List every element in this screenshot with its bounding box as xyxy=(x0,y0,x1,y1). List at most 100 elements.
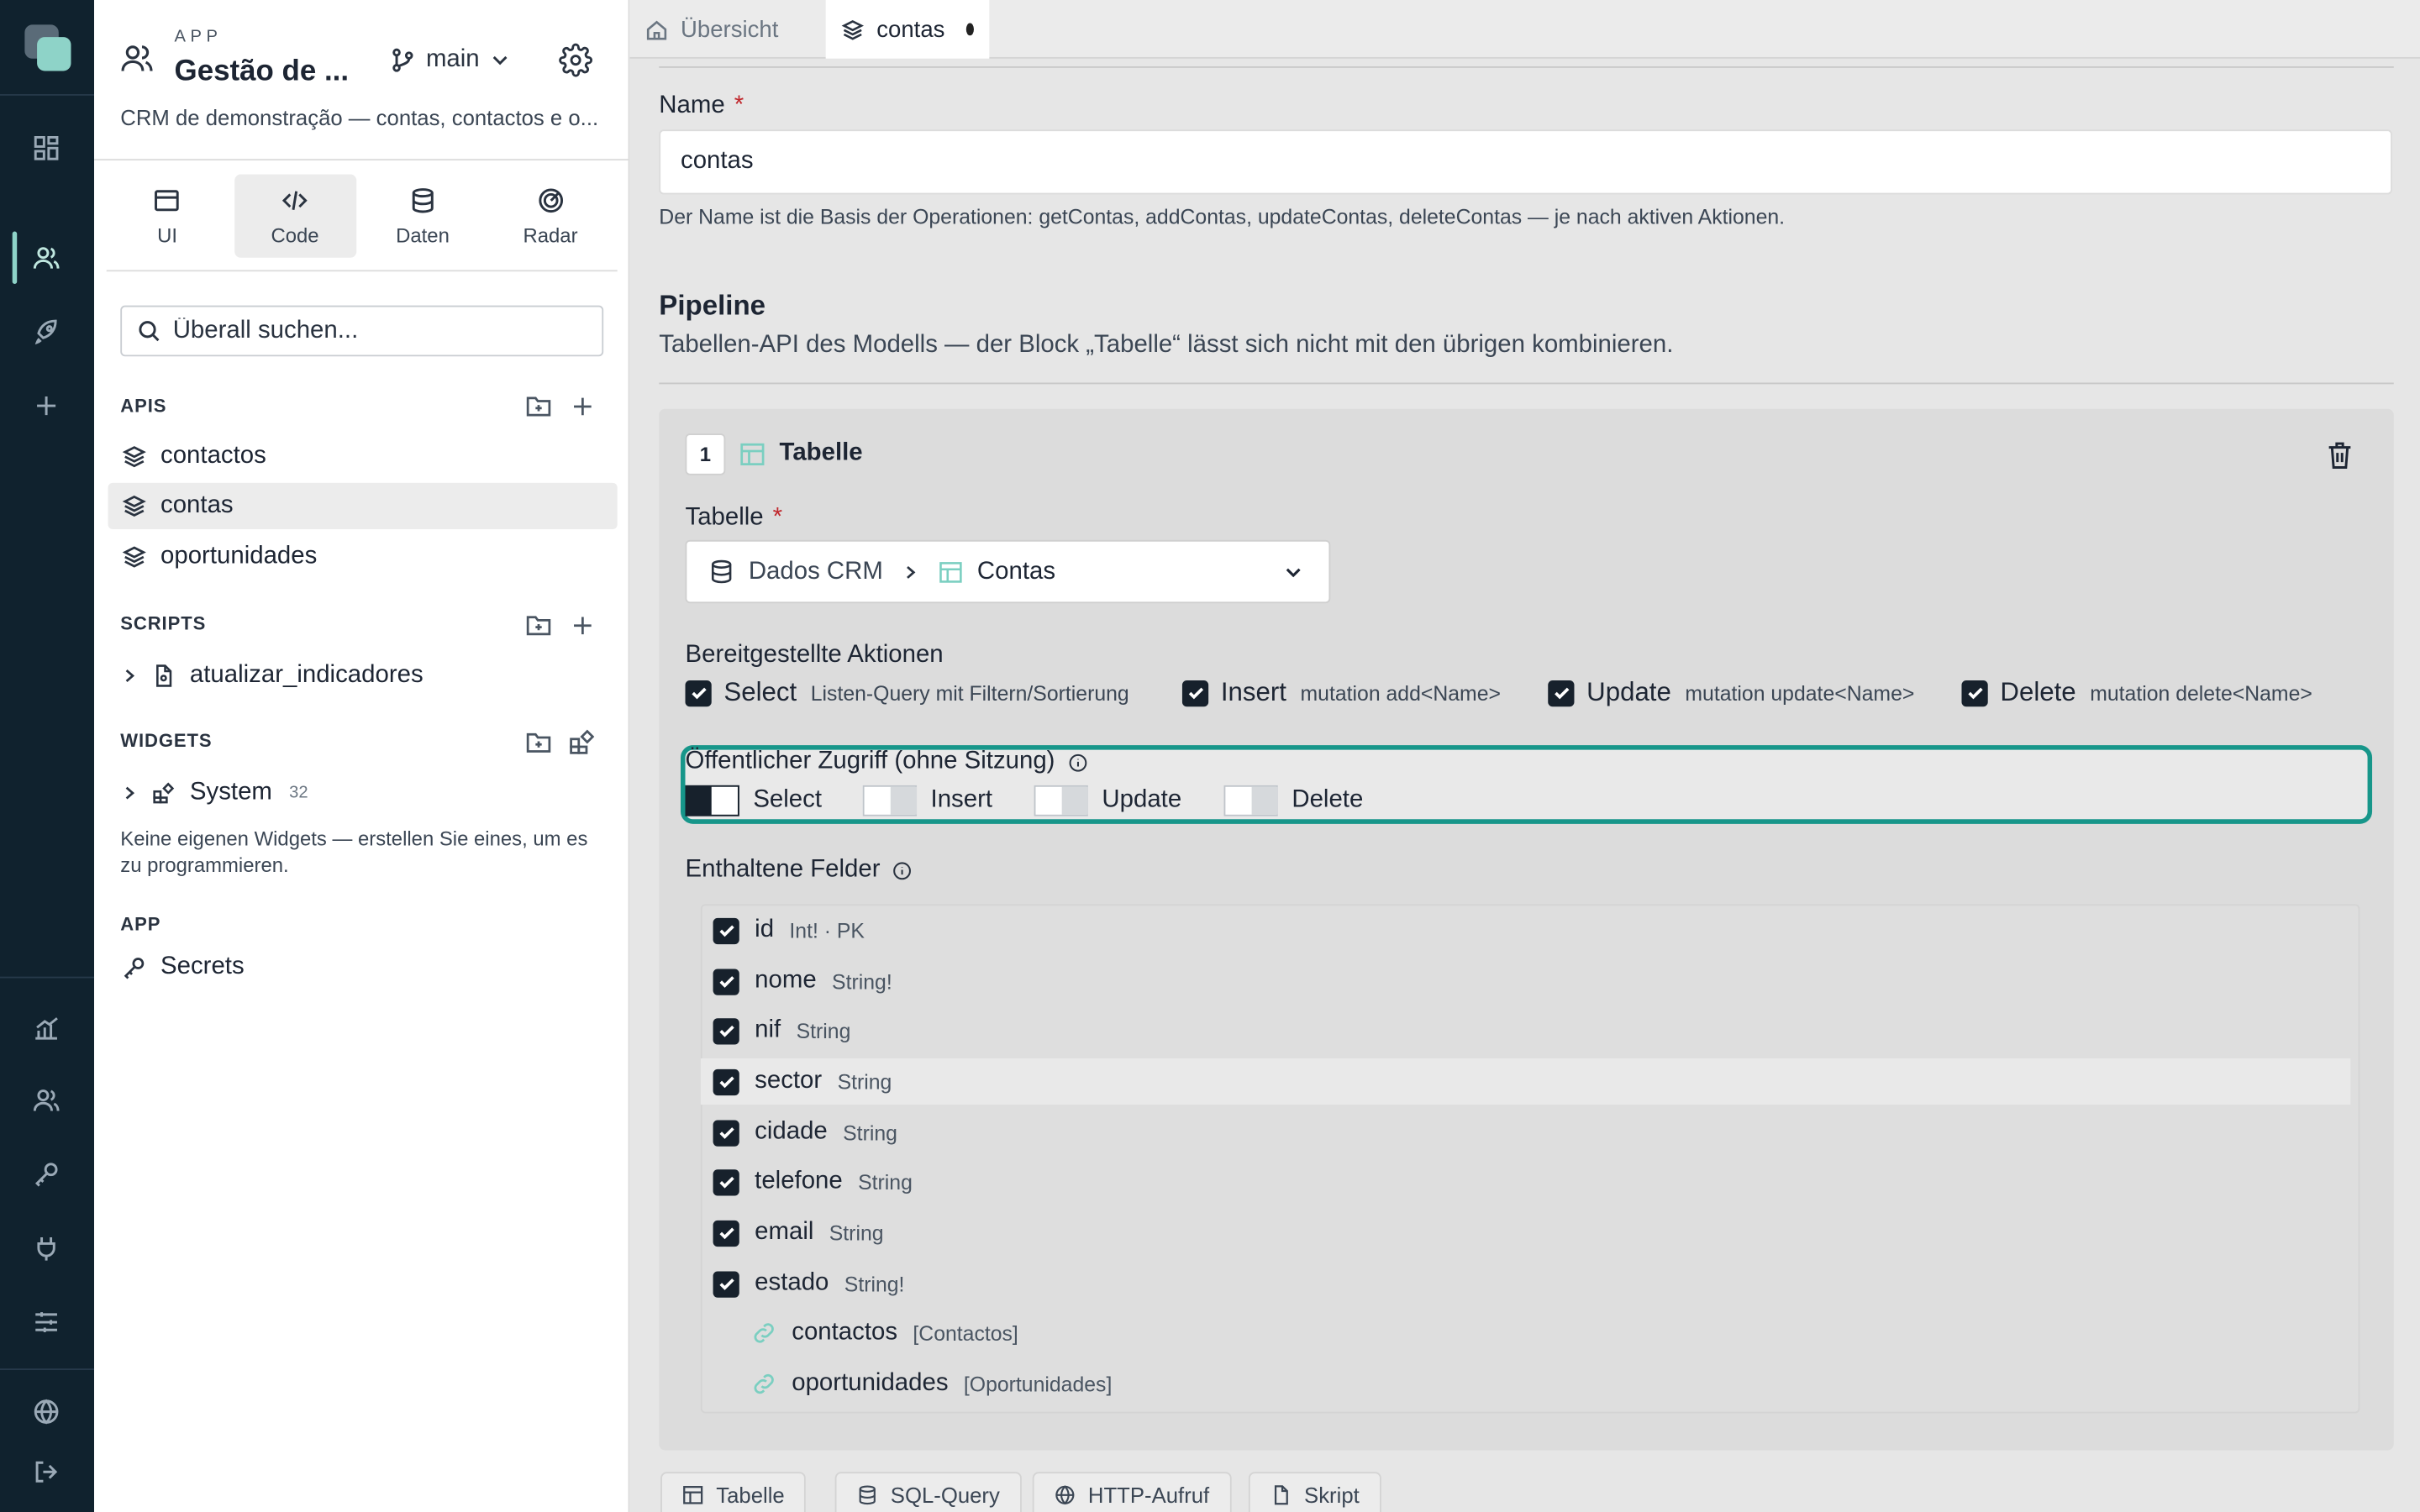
info-icon[interactable] xyxy=(892,860,913,880)
public-toggle-select[interactable]: Select xyxy=(685,785,822,816)
field-name: estado xyxy=(755,1269,829,1296)
new-folder-icon[interactable] xyxy=(522,725,555,759)
mode-ui[interactable]: UI xyxy=(107,175,229,258)
action-insert[interactable]: Insert mutation add<Name> xyxy=(1181,675,1501,709)
plug-icon[interactable] xyxy=(28,1230,65,1267)
app-item-label: Secrets xyxy=(160,953,245,980)
toggle-switch-off[interactable] xyxy=(1223,785,1278,816)
rocket-icon[interactable] xyxy=(28,313,65,350)
add-block-http-button[interactable]: HTTP-Aufruf xyxy=(1032,1472,1231,1512)
action-select[interactable]: Select Listen-Query mit Filtern/Sortieru… xyxy=(685,675,1129,709)
dashboard-icon[interactable] xyxy=(28,129,65,166)
globe-icon[interactable] xyxy=(28,1394,65,1431)
field-row-nif[interactable]: nif String xyxy=(701,1007,2350,1053)
checkbox-checked[interactable] xyxy=(713,1068,739,1095)
public-toggle-insert[interactable]: Insert xyxy=(862,785,992,816)
script-icon xyxy=(1270,1484,1292,1506)
analytics-icon[interactable] xyxy=(28,1009,65,1046)
field-row-cidade[interactable]: cidade String xyxy=(701,1110,2350,1156)
mode-code[interactable]: Code xyxy=(234,174,356,258)
checkbox-checked[interactable] xyxy=(713,916,739,944)
delete-block-trash-icon[interactable] xyxy=(2326,439,2357,470)
add-block-label: SQL-Query xyxy=(890,1483,1000,1508)
logout-icon[interactable] xyxy=(28,1453,65,1490)
field-row-nome[interactable]: nome String! xyxy=(701,958,2350,1005)
branch-selector[interactable]: main xyxy=(389,43,511,76)
field-row-oportunidades[interactable]: oportunidades [Oportunidades] xyxy=(701,1361,2350,1407)
pipeline-divider xyxy=(659,382,2394,385)
api-item-oportunidades[interactable]: oportunidades xyxy=(108,534,618,580)
users-icon[interactable] xyxy=(28,239,65,276)
sliders-icon[interactable] xyxy=(28,1304,65,1341)
add-block-label: Tabelle xyxy=(716,1483,785,1508)
field-row-telefone[interactable]: telefone String xyxy=(701,1158,2350,1205)
globe-icon xyxy=(1054,1484,1076,1506)
checkbox-checked[interactable] xyxy=(713,1219,739,1247)
home-icon xyxy=(645,18,669,41)
toggle-switch-on[interactable] xyxy=(685,785,739,816)
chevron-right-icon[interactable] xyxy=(122,785,137,801)
app-rail xyxy=(0,0,95,1512)
action-delete[interactable]: Delete mutation delete<Name> xyxy=(1961,675,2312,709)
action-update[interactable]: Update mutation update<Name> xyxy=(1548,675,1914,709)
mode-daten[interactable]: Daten xyxy=(362,175,484,258)
action-name: Select xyxy=(723,677,797,707)
field-type: [Contactos] xyxy=(913,1321,1018,1345)
app-logo[interactable] xyxy=(24,24,71,71)
plus-icon[interactable] xyxy=(28,387,65,424)
toggle-switch-off[interactable] xyxy=(862,785,918,816)
link-icon xyxy=(751,1372,776,1396)
link-icon xyxy=(751,1320,776,1345)
table-select[interactable]: Dados CRM Contas xyxy=(685,539,1331,604)
new-folder-icon[interactable] xyxy=(522,608,555,642)
add-widget-icon[interactable] xyxy=(565,725,598,759)
add-script-icon[interactable] xyxy=(565,608,598,642)
app-description: CRM de demonstração — contas, contactos … xyxy=(120,104,599,130)
name-field[interactable] xyxy=(659,129,2392,195)
checkbox-checked[interactable] xyxy=(1961,680,1988,706)
add-block-table-button[interactable]: Tabelle xyxy=(660,1472,807,1512)
settings-gear-icon[interactable] xyxy=(559,43,592,77)
checkbox-checked[interactable] xyxy=(685,680,712,706)
field-row-id[interactable]: id Int! · PK xyxy=(701,907,2350,953)
search-input[interactable] xyxy=(172,317,575,345)
checkbox-checked[interactable] xyxy=(713,968,739,995)
team-icon[interactable] xyxy=(28,1082,65,1119)
modes-divider xyxy=(106,270,618,272)
add-block-script-button[interactable]: Skript xyxy=(1248,1472,1381,1512)
new-folder-icon[interactable] xyxy=(522,389,555,423)
global-search[interactable] xyxy=(120,305,604,357)
toggle-switch-off[interactable] xyxy=(1034,785,1088,816)
field-row-email[interactable]: email String xyxy=(701,1210,2350,1256)
mode-label: UI xyxy=(157,223,177,246)
chevron-right-icon[interactable] xyxy=(122,668,137,683)
toggle-label: Update xyxy=(1102,786,1182,813)
script-item-atualizar-indicadores[interactable]: atualizar_indicadores xyxy=(108,653,618,699)
public-toggle-delete[interactable]: Delete xyxy=(1223,785,1363,816)
public-access-label: Öffentlicher Zugriff (ohne Sitzung) xyxy=(686,748,1088,776)
field-row-contactos[interactable]: contactos [Contactos] xyxy=(701,1310,2350,1356)
mode-radar[interactable]: Radar xyxy=(490,175,612,258)
checkbox-checked[interactable] xyxy=(713,1270,739,1297)
info-icon[interactable] xyxy=(1067,752,1087,772)
add-api-icon[interactable] xyxy=(565,389,598,423)
public-toggle-update[interactable]: Update xyxy=(1034,785,1182,816)
app-title[interactable]: Gestão de ... xyxy=(175,55,350,89)
api-item-contactos[interactable]: contactos xyxy=(108,433,618,480)
app-item-secrets[interactable]: Secrets xyxy=(108,944,618,990)
api-item-contas[interactable]: contas xyxy=(108,482,618,529)
field-type: String! xyxy=(832,969,892,993)
checkbox-checked[interactable] xyxy=(1548,680,1575,706)
add-block-sql-button[interactable]: SQL-Query xyxy=(834,1472,1022,1512)
checkbox-checked[interactable] xyxy=(1181,680,1209,706)
widget-item-system[interactable]: System 32 xyxy=(108,770,618,816)
field-name: contactos xyxy=(792,1319,898,1346)
tab-contas[interactable]: contas xyxy=(825,0,990,59)
field-row-estado[interactable]: estado String! xyxy=(701,1261,2350,1307)
checkbox-checked[interactable] xyxy=(713,1119,739,1146)
checkbox-checked[interactable] xyxy=(713,1017,739,1044)
checkbox-checked[interactable] xyxy=(713,1168,739,1195)
tab-overview[interactable]: Übersicht xyxy=(629,0,825,59)
field-row-sector[interactable]: sector String xyxy=(700,1058,2351,1105)
key-icon[interactable] xyxy=(28,1156,65,1193)
